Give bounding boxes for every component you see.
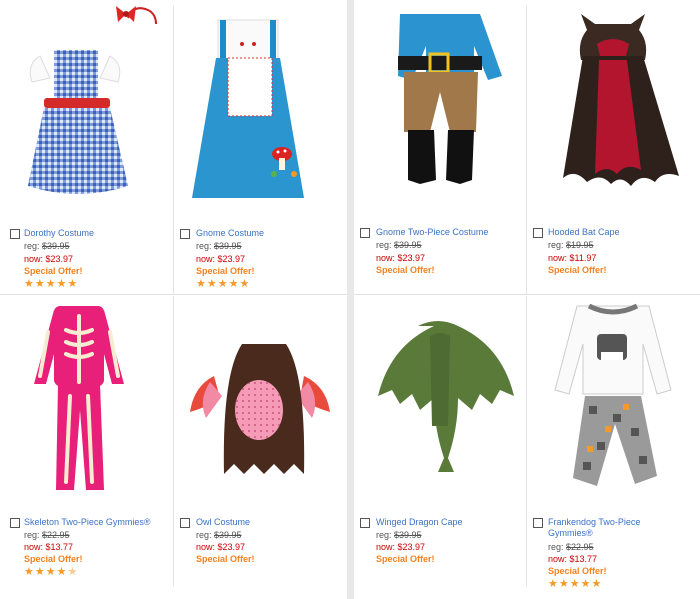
product-tile-gnome-two-piece[interactable]: Gnome Two-Piece Costume reg: $39.95 now:… — [354, 0, 526, 294]
regular-price: reg: $39.95 — [376, 530, 422, 540]
panel-gutter — [347, 0, 354, 599]
regular-price: reg: $39.95 — [196, 530, 242, 540]
grid-divider — [0, 294, 347, 295]
skeleton-gymmies-image[interactable] — [0, 296, 173, 511]
compare-checkbox[interactable] — [533, 228, 543, 238]
product-name-link[interactable]: Hooded Bat Cape — [548, 227, 620, 238]
product-name-link[interactable]: Gnome Costume — [196, 228, 264, 239]
sale-price: now: $13.77 — [548, 554, 598, 564]
product-name-link[interactable]: Gnome Two-Piece Costume — [376, 227, 488, 238]
compare-checkbox[interactable] — [180, 229, 190, 239]
sale-price: now: $23.97 — [24, 254, 74, 264]
sale-price: now: $13.77 — [24, 542, 74, 552]
special-offer-text: Special Offer! — [548, 265, 607, 275]
product-tile-hooded-bat-cape[interactable]: Hooded Bat Cape reg: $19.95 now: $11.97 … — [527, 0, 700, 294]
sale-price: now: $11.97 — [548, 253, 597, 263]
special-offer-text: Special Offer! — [376, 265, 435, 275]
frankendog-gymmies-image[interactable] — [527, 296, 700, 511]
product-name-link[interactable]: Frankendog Two-Piece Gymmies® — [548, 517, 658, 539]
product-name-link[interactable]: Dorothy Costume — [24, 228, 94, 239]
product-tile-owl-costume[interactable]: Owl Costume reg: $39.95 now: $23.97 Spec… — [174, 296, 347, 590]
rating-stars: ★★★★★ — [24, 566, 79, 578]
product-name-link[interactable]: Skeleton Two-Piece Gymmies® — [24, 517, 151, 528]
special-offer-text: Special Offer! — [548, 566, 607, 576]
compare-checkbox[interactable] — [360, 228, 370, 238]
product-tile-frankendog-gymmies[interactable]: Frankendog Two-Piece Gymmies® reg: $22.9… — [527, 296, 700, 590]
compare-checkbox[interactable] — [360, 518, 370, 528]
compare-checkbox[interactable] — [10, 518, 20, 528]
regular-price: reg: $39.95 — [24, 241, 70, 251]
gnome-two-piece-image[interactable] — [354, 0, 526, 215]
special-offer-text: Special Offer! — [196, 554, 255, 564]
product-tile-skeleton-gymmies[interactable]: Skeleton Two-Piece Gymmies® reg: $22.95 … — [0, 296, 173, 590]
regular-price: reg: $22.95 — [548, 542, 594, 552]
special-offer-text: Special Offer! — [24, 266, 83, 276]
sale-price: now: $23.97 — [196, 254, 246, 264]
grid-divider — [354, 294, 700, 295]
gnome-costume-image[interactable] — [174, 0, 347, 215]
product-name-link[interactable]: Owl Costume — [196, 517, 250, 528]
sale-price: now: $23.97 — [196, 542, 246, 552]
rating-stars: ★★★★★ — [196, 278, 251, 290]
product-grid-left: Dorothy Costume reg: $39.95 now: $23.97 … — [0, 0, 347, 599]
special-offer-text: Special Offer! — [196, 266, 255, 276]
regular-price: reg: $39.95 — [376, 240, 422, 250]
sale-price: now: $23.97 — [376, 542, 426, 552]
owl-costume-image[interactable] — [174, 296, 347, 511]
product-grid-right: Gnome Two-Piece Costume reg: $39.95 now:… — [354, 0, 700, 599]
compare-checkbox[interactable] — [180, 518, 190, 528]
regular-price: reg: $19.95 — [548, 240, 594, 250]
product-tile-winged-dragon-cape[interactable]: Winged Dragon Cape reg: $39.95 now: $23.… — [354, 296, 526, 590]
rating-stars: ★★★★★ — [24, 278, 79, 290]
product-name-link[interactable]: Winged Dragon Cape — [376, 517, 463, 528]
product-tile-gnome-costume[interactable]: Gnome Costume reg: $39.95 now: $23.97 Sp… — [174, 0, 347, 294]
special-offer-text: Special Offer! — [24, 554, 83, 564]
compare-checkbox[interactable] — [533, 518, 543, 528]
regular-price: reg: $39.95 — [196, 241, 242, 251]
hooded-bat-cape-image[interactable] — [527, 0, 700, 215]
compare-checkbox[interactable] — [10, 229, 20, 239]
product-tile-dorothy-costume[interactable]: Dorothy Costume reg: $39.95 now: $23.97 … — [0, 0, 173, 294]
regular-price: reg: $22.95 — [24, 530, 70, 540]
winged-dragon-cape-image[interactable] — [354, 296, 526, 511]
dorothy-costume-image[interactable] — [0, 0, 173, 215]
sale-price: now: $23.97 — [376, 253, 426, 263]
special-offer-text: Special Offer! — [376, 554, 435, 564]
rating-stars: ★★★★★ — [548, 578, 603, 590]
